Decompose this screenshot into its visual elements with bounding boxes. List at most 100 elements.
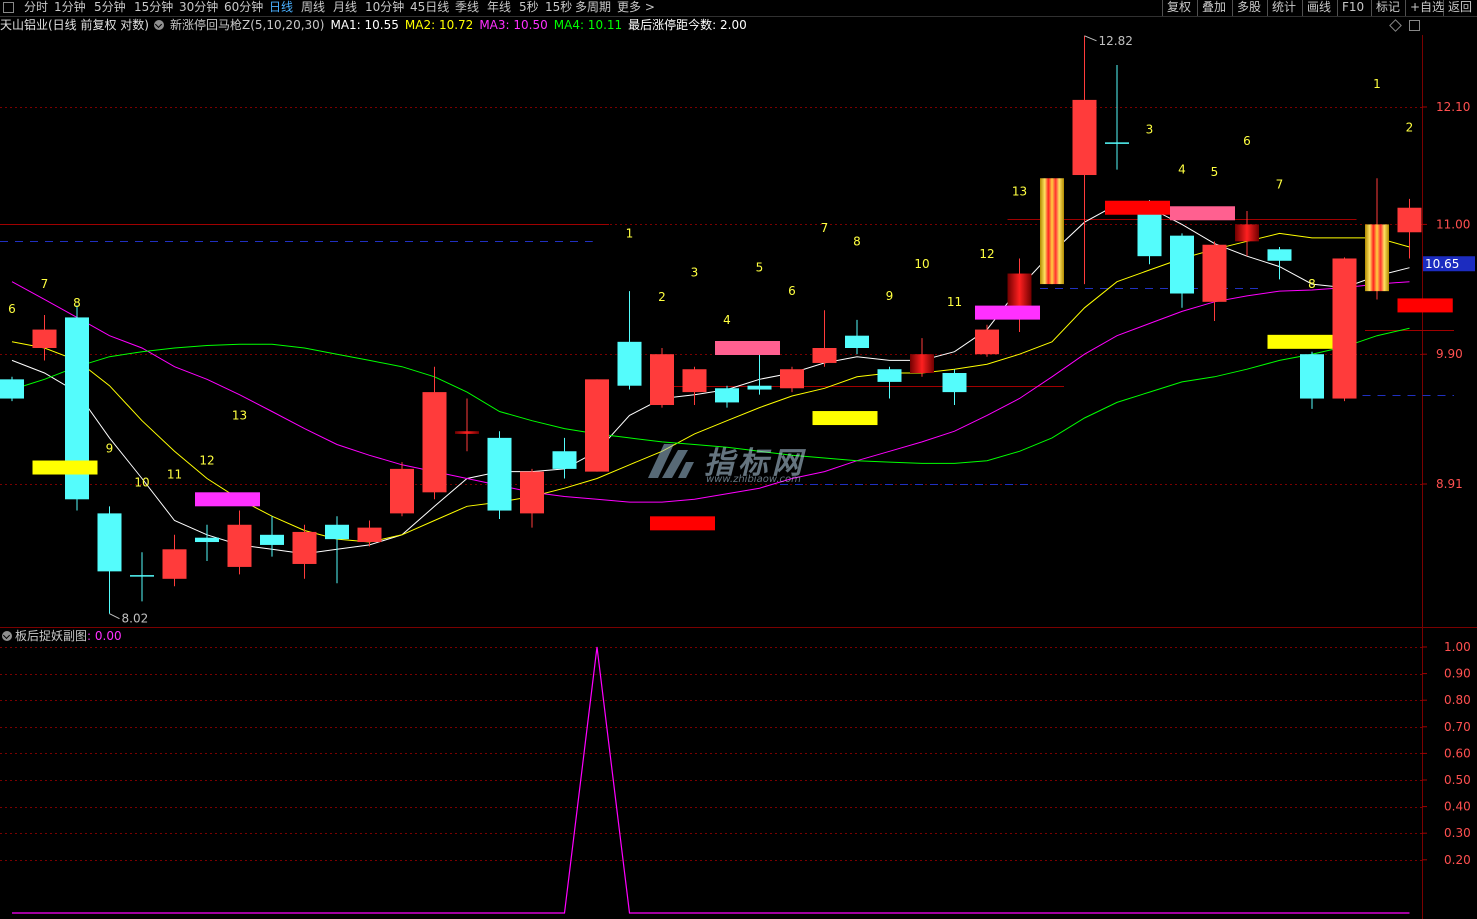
candle-0 <box>0 376 24 402</box>
toolbar-button-6[interactable]: 标记 <box>1371 0 1404 16</box>
current-price-label: 10.65 <box>1425 257 1459 271</box>
watermark: 指标网 www.zhibiaow.com <box>640 438 840 490</box>
watermark-url: www.zhibiaow.com <box>706 474 801 485</box>
toolbar-button-5[interactable]: F10 <box>1337 0 1368 16</box>
sub-tick-label-2: 0.80 <box>1444 693 1471 707</box>
candle-body-29 <box>942 373 967 393</box>
period-tab-0[interactable]: 分时 <box>24 0 48 16</box>
ma2-value: MA2: 10.72 <box>404 18 474 32</box>
count-label-5: 11 <box>167 467 182 481</box>
candle-body-19 <box>617 341 642 386</box>
count-label-8: 1 <box>626 226 634 240</box>
candle-body-27 <box>877 369 902 382</box>
candle-21 <box>682 366 707 406</box>
candle-9 <box>292 524 317 579</box>
sub-tick-label-8: 0.20 <box>1444 853 1471 867</box>
candle-12 <box>390 462 414 517</box>
period-tab-5[interactable]: 60分钟 <box>224 0 263 16</box>
low-pointer <box>109 613 120 620</box>
price-tick-label-2: 9.90 <box>1436 347 1463 361</box>
period-tab-4[interactable]: 30分钟 <box>179 0 218 16</box>
candle-24 <box>780 366 804 393</box>
candle-26 <box>845 319 869 355</box>
candle-17 <box>552 437 577 479</box>
toolbar-menu-icon[interactable] <box>3 0 14 16</box>
toolbar-button-0[interactable]: 复权 <box>1162 0 1195 16</box>
candle-body-18 <box>585 379 609 472</box>
period-tab-16[interactable]: 更多 > <box>617 0 655 16</box>
count-label-12: 5 <box>756 261 764 275</box>
candle-body-13 <box>422 392 447 493</box>
indicator-menu-icon[interactable] <box>154 20 164 30</box>
price-tick-label-1: 11.00 <box>1436 217 1470 231</box>
candle-25 <box>812 310 837 367</box>
signal-bar-6 <box>1105 200 1170 215</box>
price-tick-label-0: 12.10 <box>1436 100 1470 114</box>
candle-body-12 <box>390 468 414 514</box>
period-tab-12[interactable]: 年线 <box>487 0 511 16</box>
candle-body-43 <box>1397 207 1422 233</box>
period-tab-9[interactable]: 10分钟 <box>365 0 404 16</box>
toolbar-button-4[interactable]: 画线 <box>1302 0 1335 16</box>
candle-body-24 <box>780 369 804 389</box>
candle-body-41 <box>1332 258 1357 399</box>
indicator-name[interactable]: 新涨停回马枪Z(5,10,20,30) <box>170 18 324 32</box>
count-label-22: 4 <box>1178 163 1186 177</box>
candle-3 <box>97 506 122 614</box>
sub-indicator-name[interactable]: 板后捉妖副图 <box>15 629 87 643</box>
candle-body-22 <box>715 388 739 403</box>
toolbar-button-3[interactable]: 统计 <box>1267 0 1300 16</box>
count-label-16: 9 <box>886 289 894 303</box>
toolbar-button-1[interactable]: 叠加 <box>1197 0 1230 16</box>
candle-body-0 <box>0 379 24 399</box>
period-tab-10[interactable]: 45日线 <box>410 0 449 16</box>
period-tab-3[interactable]: 15分钟 <box>134 0 173 16</box>
candle-body-35 <box>1137 207 1162 257</box>
last-limit-up-days: 最后涨停距今数: 2.00 <box>628 18 747 32</box>
candle-42 <box>1365 178 1389 300</box>
period-tab-8[interactable]: 月线 <box>333 0 357 16</box>
toolbar-button-7[interactable]: +自选 <box>1405 0 1448 16</box>
candle-body-1 <box>32 329 57 349</box>
sub-indicator-menu-icon[interactable] <box>2 631 12 641</box>
sub-indicator-value: : 0.00 <box>87 629 122 643</box>
period-tab-14[interactable]: 15秒 <box>545 0 572 16</box>
candle-body-36 <box>1170 235 1194 294</box>
candle-body-15 <box>487 437 512 511</box>
toolbar-button-2[interactable]: 多股 <box>1232 0 1265 16</box>
sub-tick-label-3: 0.70 <box>1444 720 1471 734</box>
candle-15 <box>487 431 512 520</box>
candle-22 <box>715 385 739 408</box>
period-tab-7[interactable]: 周线 <box>301 0 325 16</box>
candle-4 <box>130 552 154 602</box>
candle-body-37 <box>1202 244 1227 302</box>
sub-tick-label-5: 0.50 <box>1444 773 1471 787</box>
period-tab-11[interactable]: 季线 <box>455 0 479 16</box>
period-tab-1[interactable]: 1分钟 <box>54 0 86 16</box>
count-label-3: 9 <box>106 442 114 456</box>
candle-14 <box>455 398 479 452</box>
candle-body-33 <box>1072 99 1097 176</box>
low-label: 8.02 <box>122 612 149 626</box>
candle-18 <box>585 379 609 472</box>
candle-body-8 <box>260 534 284 545</box>
period-tab-15[interactable]: 多周期 <box>575 0 611 16</box>
count-label-20: 13 <box>1012 184 1027 198</box>
candle-body-11 <box>357 527 382 543</box>
candle-1 <box>32 315 57 361</box>
candle-33 <box>1072 35 1097 285</box>
price-tick-label-3: 8.91 <box>1436 477 1463 491</box>
stock-title[interactable]: 天山铝业(日线 前复权 对数) <box>0 18 149 32</box>
window-icon[interactable] <box>1409 20 1420 31</box>
sub-tick-label-1: 0.90 <box>1444 667 1471 681</box>
ma1-value: MA1: 10.55 <box>330 18 399 32</box>
candle-body-17 <box>552 451 577 469</box>
period-tab-6[interactable]: 日线 <box>269 0 293 16</box>
count-label-4: 10 <box>134 476 149 490</box>
count-label-15: 8 <box>853 234 861 248</box>
period-tab-13[interactable]: 5秒 <box>519 0 539 16</box>
candle-body-3 <box>97 513 122 572</box>
period-tab-2[interactable]: 5分钟 <box>94 0 126 16</box>
candle-31 <box>1007 258 1032 333</box>
high-label: 12.82 <box>1099 34 1133 48</box>
